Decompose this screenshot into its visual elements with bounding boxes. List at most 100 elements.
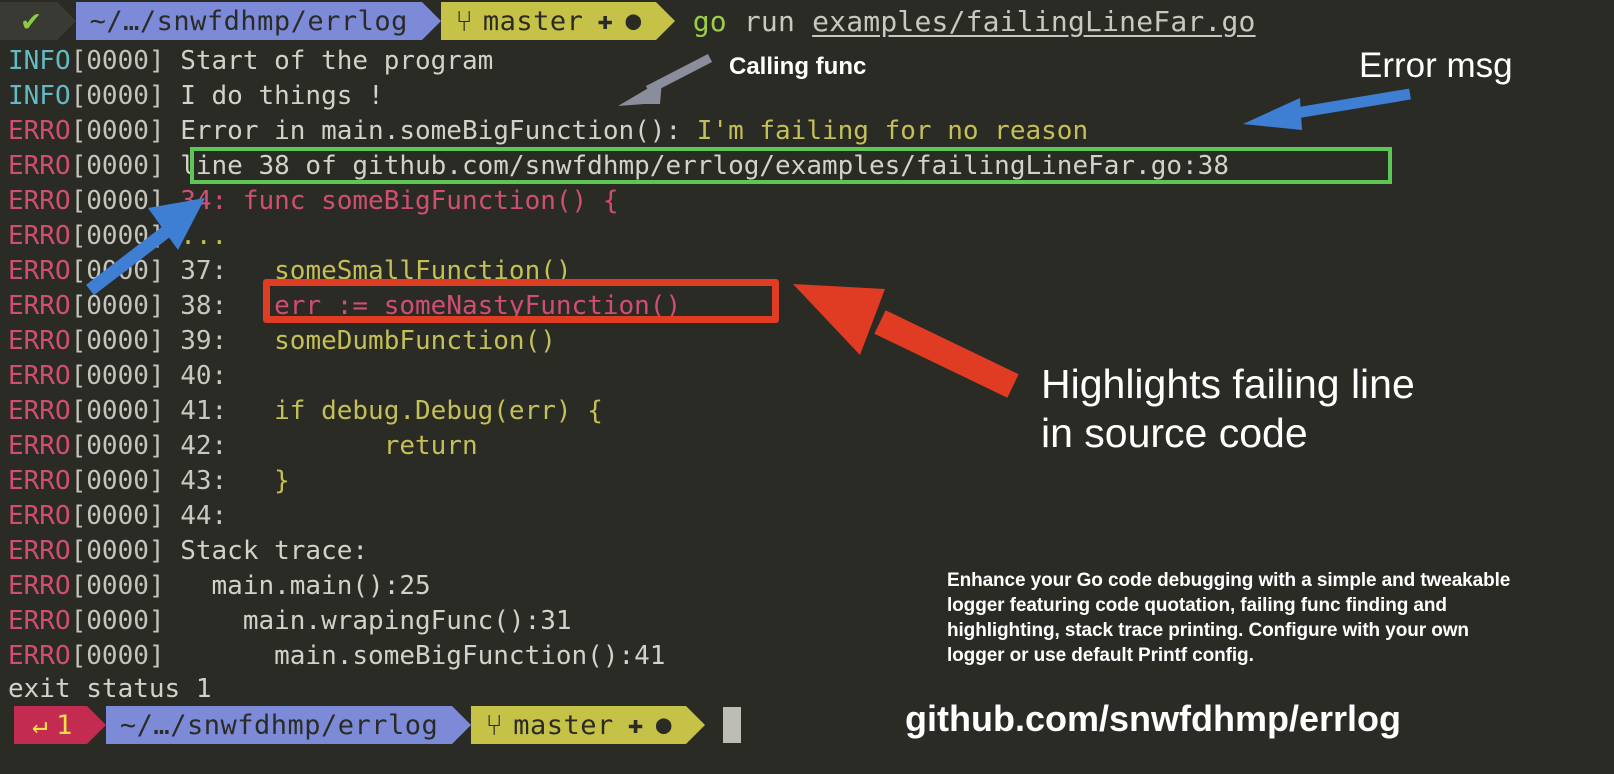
prompt-path-segment: ~/…/snwfdhmp/errlog xyxy=(75,2,422,40)
log-message-segment: if debug.Debug(err) { xyxy=(227,396,603,426)
prompt-git-segment: ⑂ master ✚ ● xyxy=(440,2,656,40)
log-message-segment: someSmallFunction() xyxy=(227,256,572,286)
log-level-label: INFO xyxy=(8,46,71,76)
prompt-exitcode-segment: ↵ 1 xyxy=(14,706,87,744)
log-line: ERRO[0000] 38: err := someNastyFunction(… xyxy=(8,289,1229,324)
prompt-line-top: ✔ ~/…/snwfdhmp/errlog ⑂ master ✚ ● go ru… xyxy=(0,2,1256,40)
log-level-label: ERRO xyxy=(8,396,71,426)
prompt-git-segment-bottom: ⑂ master ✚ ● xyxy=(471,706,687,744)
prompt-branch-label-bottom: master xyxy=(513,709,614,741)
log-line: ERRO[0000] Stack trace: xyxy=(8,534,1229,569)
log-timestamp: [0000] xyxy=(70,641,165,671)
log-level-label: ERRO xyxy=(8,606,71,636)
log-line: ERRO[0000] ... xyxy=(8,219,1229,254)
prompt-path-segment-bottom: ~/…/snwfdhmp/errlog xyxy=(105,706,453,744)
log-message-segment: 40: xyxy=(164,361,228,391)
blue-arrow-error-msg xyxy=(1243,88,1411,130)
log-message-segment: 38: xyxy=(164,291,228,321)
git-branch-icon-bottom: ⑂ xyxy=(485,708,504,742)
log-level-label: ERRO xyxy=(8,641,71,671)
log-timestamp: [0000] xyxy=(70,186,165,216)
log-timestamp: [0000] xyxy=(70,46,165,76)
command-line: go run examples/failingLineFar.go xyxy=(693,5,1256,38)
log-level-label: ERRO xyxy=(8,536,71,566)
annotation-highlights-failing-line: Highlights failing line in source code xyxy=(1041,361,1415,456)
log-message-segment: Stack trace: xyxy=(164,536,369,566)
log-level-label: ERRO xyxy=(8,186,71,216)
prompt-status-segment: ✔ xyxy=(0,2,57,40)
log-message-segment: 37: xyxy=(164,256,228,286)
command-argument: examples/failingLineFar.go xyxy=(812,4,1256,38)
log-level-label: ERRO xyxy=(8,501,71,531)
log-level-label: ERRO xyxy=(8,431,71,461)
annotation-description: Enhance your Go code debugging with a si… xyxy=(947,570,1511,666)
git-branch-icon: ⑂ xyxy=(454,4,473,38)
log-timestamp: [0000] xyxy=(70,501,165,531)
log-message-segment: 43: xyxy=(164,466,228,496)
log-line: ERRO[0000] 43: } xyxy=(8,464,1229,499)
annotation-repo-url: github.com/snwfdhmp/errlog xyxy=(905,698,1401,739)
log-timestamp: [0000] xyxy=(70,571,165,601)
log-level-label: ERRO xyxy=(8,256,71,286)
log-line: INFO[0000] Start of the program xyxy=(8,44,1229,79)
prompt-exitcode-label: 1 xyxy=(56,709,73,741)
log-level-label: ERRO xyxy=(8,151,71,181)
terminal-cursor[interactable] xyxy=(723,707,742,743)
check-icon: ✔ xyxy=(22,3,41,38)
log-line: ERRO[0000] 37: someSmallFunction() xyxy=(8,254,1229,289)
log-level-label: ERRO xyxy=(8,571,71,601)
log-line: ERRO[0000] 34: func someBigFunction() { xyxy=(8,184,1229,219)
log-level-label: ERRO xyxy=(8,291,71,321)
log-timestamp: [0000] xyxy=(70,466,165,496)
log-timestamp: [0000] xyxy=(70,536,165,566)
log-message-segment: main.wrapingFunc():31 xyxy=(164,606,572,636)
log-level-label: ERRO xyxy=(8,221,71,251)
prompt-separator-path-bottom xyxy=(452,706,472,744)
annotation-calling-func: Calling func xyxy=(729,53,867,80)
exit-status-line: exit status 1 xyxy=(8,674,212,704)
log-message-segment: 44: xyxy=(164,501,228,531)
log-message-segment: main.main():25 xyxy=(164,571,431,601)
git-dirty-icon-bottom: ✚ xyxy=(627,710,644,740)
prompt-separator-git-bottom xyxy=(686,706,706,744)
log-line: INFO[0000] I do things ! xyxy=(8,79,1229,114)
return-arrow-icon: ↵ xyxy=(32,710,49,740)
command-rest: run xyxy=(726,4,813,38)
log-timestamp: [0000] xyxy=(70,431,165,461)
log-timestamp: [0000] xyxy=(70,291,165,321)
log-line: ERRO[0000] line 38 of github.com/snwfdhm… xyxy=(8,149,1229,184)
log-message-segment: err := someNastyFunction() xyxy=(227,291,682,321)
log-level-label: INFO xyxy=(8,81,71,111)
log-level-label: ERRO xyxy=(8,326,71,356)
prompt-path-label: ~/…/snwfdhmp/errlog xyxy=(89,5,408,37)
annotation-error-msg: Error msg xyxy=(1359,46,1513,85)
log-line: ERRO[0000] 44: xyxy=(8,499,1229,534)
log-message-segment: } xyxy=(227,466,290,496)
git-untracked-icon: ● xyxy=(625,6,642,36)
command-keyword: go xyxy=(692,4,727,38)
log-message-segment: 34: func someBigFunction() { xyxy=(164,186,619,216)
log-timestamp: [0000] xyxy=(70,256,165,286)
prompt-branch-label: master xyxy=(482,5,584,37)
log-message-segment: ... xyxy=(164,221,228,251)
log-timestamp: [0000] xyxy=(70,361,165,391)
terminal-screenshot: ✔ ~/…/snwfdhmp/errlog ⑂ master ✚ ● go ru… xyxy=(0,0,1614,774)
log-message-segment: 39: xyxy=(164,326,228,356)
prompt-line-bottom: ↵ 1 ~/…/snwfdhmp/errlog ⑂ master ✚ ● xyxy=(14,706,742,744)
log-timestamp: [0000] xyxy=(70,221,165,251)
log-message-segment: Start of the program xyxy=(164,46,494,76)
git-untracked-icon-bottom: ● xyxy=(655,710,673,740)
log-line: ERRO[0000] Error in main.someBigFunction… xyxy=(8,114,1229,149)
prompt-separator-git xyxy=(655,2,675,40)
log-level-label: ERRO xyxy=(8,116,71,146)
log-message-segment: 42: xyxy=(164,431,228,461)
log-message-segment: main.someBigFunction():41 xyxy=(164,641,666,671)
prompt-separator-path xyxy=(421,2,441,40)
prompt-separator-status xyxy=(56,2,76,40)
log-message-segment: return xyxy=(227,431,478,461)
log-level-label: ERRO xyxy=(8,361,71,391)
log-timestamp: [0000] xyxy=(70,606,165,636)
log-message-segment: I do things ! xyxy=(164,81,384,111)
git-dirty-icon: ✚ xyxy=(597,6,614,36)
log-message-segment: I'm failing for no reason xyxy=(696,116,1089,146)
